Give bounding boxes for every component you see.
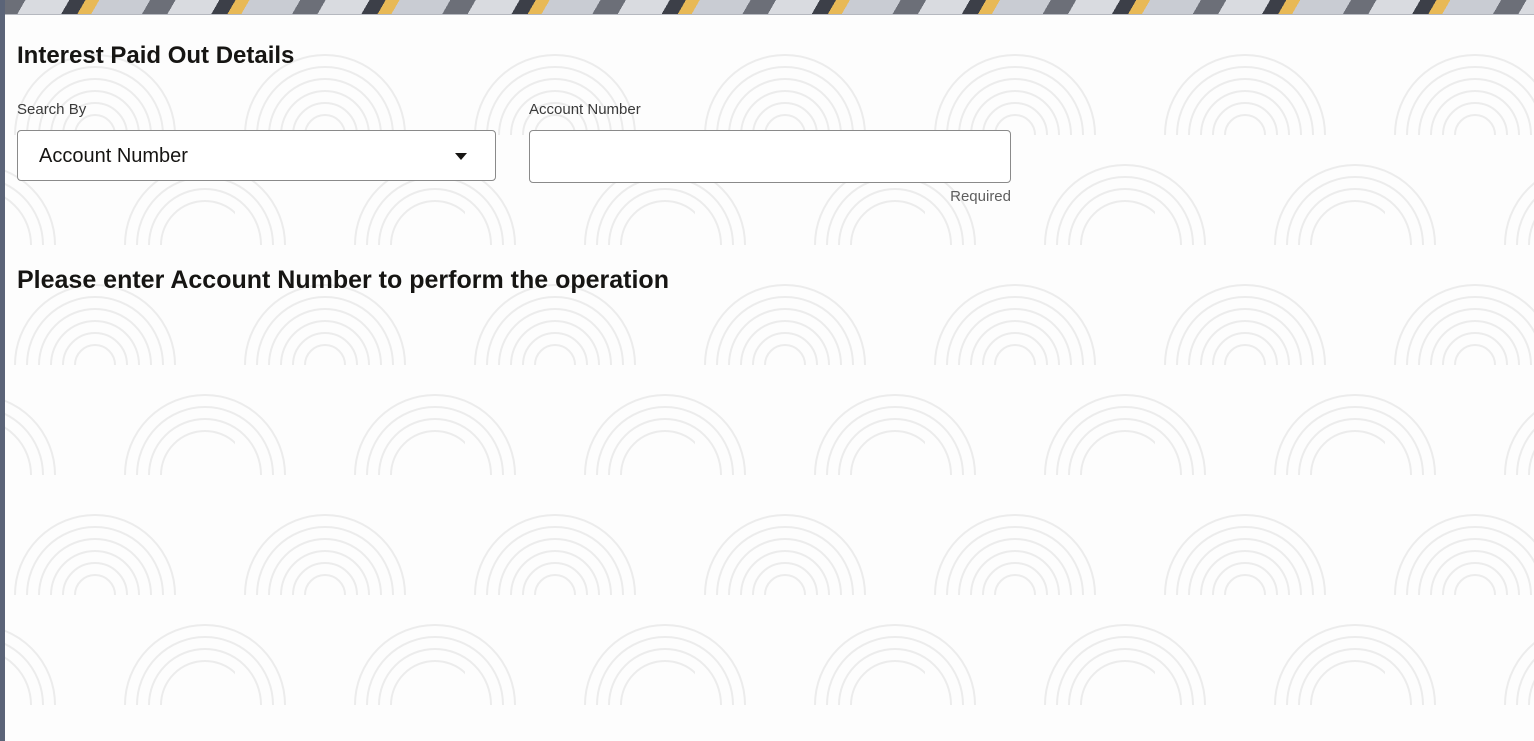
search-by-select[interactable]: Account Number — [17, 130, 496, 181]
search-by-label: Search By — [17, 101, 87, 118]
account-number-input[interactable] — [529, 130, 1011, 183]
page-title: Interest Paid Out Details — [17, 42, 295, 69]
page: Interest Paid Out Details Search By Acco… — [0, 0, 1534, 741]
account-number-label: Account Number — [529, 101, 641, 118]
background-pattern — [5, 15, 1534, 741]
instruction-message: Please enter Account Number to perform t… — [17, 266, 669, 294]
account-number-required-hint: Required — [950, 188, 1011, 205]
header-banner — [0, 0, 1534, 15]
caret-down-icon[interactable] — [455, 153, 467, 160]
search-by-selected-value: Account Number — [39, 145, 188, 167]
